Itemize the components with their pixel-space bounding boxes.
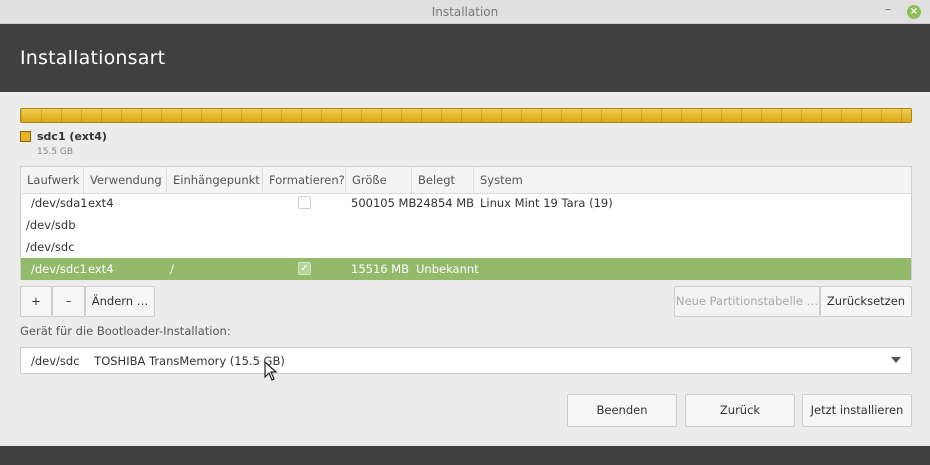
- format-checkbox[interactable]: [298, 196, 311, 209]
- revert-button[interactable]: Zurücksetzen: [820, 286, 912, 317]
- table-row[interactable]: /dev/sda1 ext4 500105 MB 24854 MB Linux …: [21, 192, 911, 214]
- quit-button[interactable]: Beenden: [567, 394, 677, 427]
- minimize-icon[interactable]: –: [881, 3, 895, 18]
- cell-usage: ext4: [88, 262, 114, 276]
- cell-device: /dev/sda1: [31, 196, 88, 210]
- column-header-belegt[interactable]: Belegt: [412, 167, 474, 194]
- table-header: Laufwerk Verwendung Einhängepunkt Format…: [21, 167, 911, 194]
- partition-table: Laufwerk Verwendung Einhängepunkt Format…: [20, 166, 912, 280]
- cell-used: 24854 MB: [416, 196, 475, 210]
- column-header-system[interactable]: System: [474, 167, 911, 194]
- new-partition-table-button[interactable]: Neue Partitionstabelle …: [674, 286, 820, 317]
- cell-device: /dev/sdc1: [31, 262, 87, 276]
- partition-bar: [20, 108, 912, 123]
- chevron-down-icon[interactable]: [891, 357, 901, 363]
- table-row[interactable]: /dev/sdb: [21, 214, 911, 236]
- column-header-formatieren[interactable]: Formatieren?: [263, 167, 346, 194]
- footer-bar: [0, 446, 930, 465]
- close-icon[interactable]: ×: [907, 5, 921, 19]
- table-row[interactable]: /dev/sdc: [21, 236, 911, 258]
- cell-used: Unbekannt: [416, 262, 479, 276]
- column-header-groesse[interactable]: Größe: [346, 167, 412, 194]
- title-bar: Installation – ×: [0, 0, 930, 24]
- remove-partition-button[interactable]: –: [52, 286, 85, 317]
- install-now-button[interactable]: Jetzt installieren: [802, 394, 912, 427]
- cell-device: /dev/sdb: [26, 218, 76, 232]
- cell-usage: ext4: [88, 196, 114, 210]
- window-title: Installation: [431, 5, 499, 19]
- mouse-pointer-icon: [264, 361, 278, 381]
- page-header: Installationsart: [0, 24, 930, 92]
- back-button[interactable]: Zurück: [685, 394, 795, 427]
- column-header-verwendung[interactable]: Verwendung: [84, 167, 167, 194]
- cell-size: 15516 MB: [351, 262, 410, 276]
- column-header-laufwerk[interactable]: Laufwerk: [21, 167, 84, 194]
- bootloader-selected-value: /dev/sdc TOSHIBA TransMemory (15.5 GB): [31, 354, 285, 368]
- cell-system: Linux Mint 19 Tara (19): [480, 196, 613, 210]
- cell-mount: /: [170, 262, 174, 276]
- table-row-selected[interactable]: /dev/sdc1 ext4 / ✓ 15516 MB Unbekannt: [21, 258, 911, 280]
- cell-size: 500105 MB: [351, 196, 417, 210]
- format-checkbox-checked[interactable]: ✓: [298, 262, 311, 275]
- bootloader-label: Gerät für die Bootloader-Installation:: [20, 324, 231, 338]
- column-header-einhaengepunkt[interactable]: Einhängepunkt: [167, 167, 263, 194]
- cell-device: /dev/sdc: [26, 240, 75, 254]
- page-title: Installationsart: [20, 47, 166, 69]
- add-partition-button[interactable]: +: [20, 286, 52, 317]
- legend-label: sdc1 (ext4): [37, 130, 107, 143]
- legend-size: 15.5 GB: [37, 147, 74, 157]
- change-partition-button[interactable]: Ändern …: [85, 286, 155, 317]
- legend-swatch: [20, 131, 31, 142]
- bootloader-device-select[interactable]: /dev/sdc TOSHIBA TransMemory (15.5 GB): [20, 347, 912, 374]
